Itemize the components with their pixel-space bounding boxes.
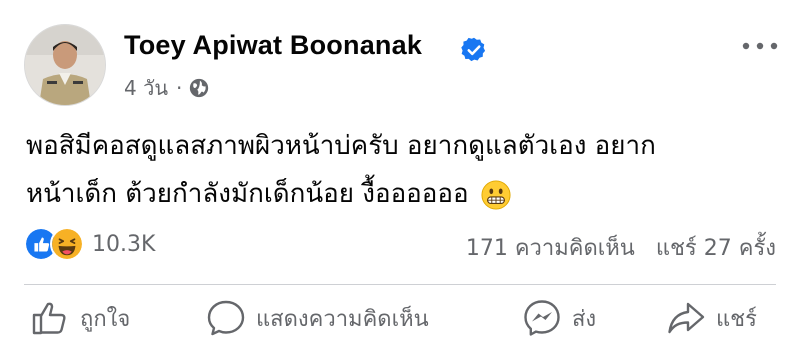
send-label: ส่ง [572, 306, 597, 332]
verified-badge-icon [461, 37, 486, 62]
author-avatar[interactable] [24, 24, 106, 106]
shares-count[interactable]: แชร์ 27 ครั้ง [656, 236, 776, 261]
post-text-line-2: หน้าเด็ก ต้วยกำลังมักเด็กน้อย งื้ออออออ [26, 170, 766, 218]
author-name[interactable]: Toey Apiwat Boonanak [124, 30, 422, 61]
reactions-summary[interactable]: 10.3K [24, 227, 156, 261]
post-body: พอสิมีคอสดูแลสภาพผิวหน้าบ่ครับ อยากดูแลต… [26, 122, 766, 218]
comment-bubble-icon [207, 300, 245, 336]
haha-reaction-icon [50, 227, 84, 261]
more-options-icon[interactable] [740, 36, 780, 56]
share-label: แชร์ [716, 306, 757, 332]
meta-separator: · [175, 76, 183, 100]
messenger-icon [524, 300, 560, 336]
reaction-count: 10.3K [92, 231, 156, 257]
share-button[interactable]: แชร์ [666, 296, 757, 340]
post-stats: 10.3K 171 ความคิดเห็น แชร์ 27 ครั้ง [24, 226, 776, 262]
post-header: Toey Apiwat Boonanak 4 วัน · [24, 22, 784, 106]
post-text-line-1: พอสิมีคอสดูแลสภาพผิวหน้าบ่ครับ อยากดูแลต… [26, 131, 656, 161]
post-meta: 4 วัน · [124, 74, 210, 102]
like-label: ถูกใจ [80, 306, 131, 332]
post-timestamp[interactable]: 4 วัน [124, 72, 168, 104]
avatar-photo [25, 25, 105, 105]
post-actions-bar: ถูกใจ แสดงความคิดเห็น ส่ง แชร์ [0, 290, 800, 350]
globe-icon [190, 78, 209, 98]
engagement-counts: 171 ความคิดเห็น แชร์ 27 ครั้ง [466, 230, 776, 265]
like-button[interactable]: ถูกใจ [30, 296, 130, 340]
grimacing-face-emoji [481, 179, 511, 210]
post-text-line-2-text: หน้าเด็ก ต้วยกำลังมักเด็กน้อย งื้ออออออ [26, 179, 469, 209]
comment-label: แสดงความคิดเห็น [256, 306, 429, 332]
comment-button[interactable]: แสดงความคิดเห็น [206, 296, 429, 340]
send-button[interactable]: ส่ง [522, 296, 596, 340]
share-arrow-icon [668, 302, 705, 334]
comments-count[interactable]: 171 ความคิดเห็น [466, 236, 635, 261]
actions-divider [24, 284, 776, 285]
thumbs-up-icon [32, 302, 66, 335]
